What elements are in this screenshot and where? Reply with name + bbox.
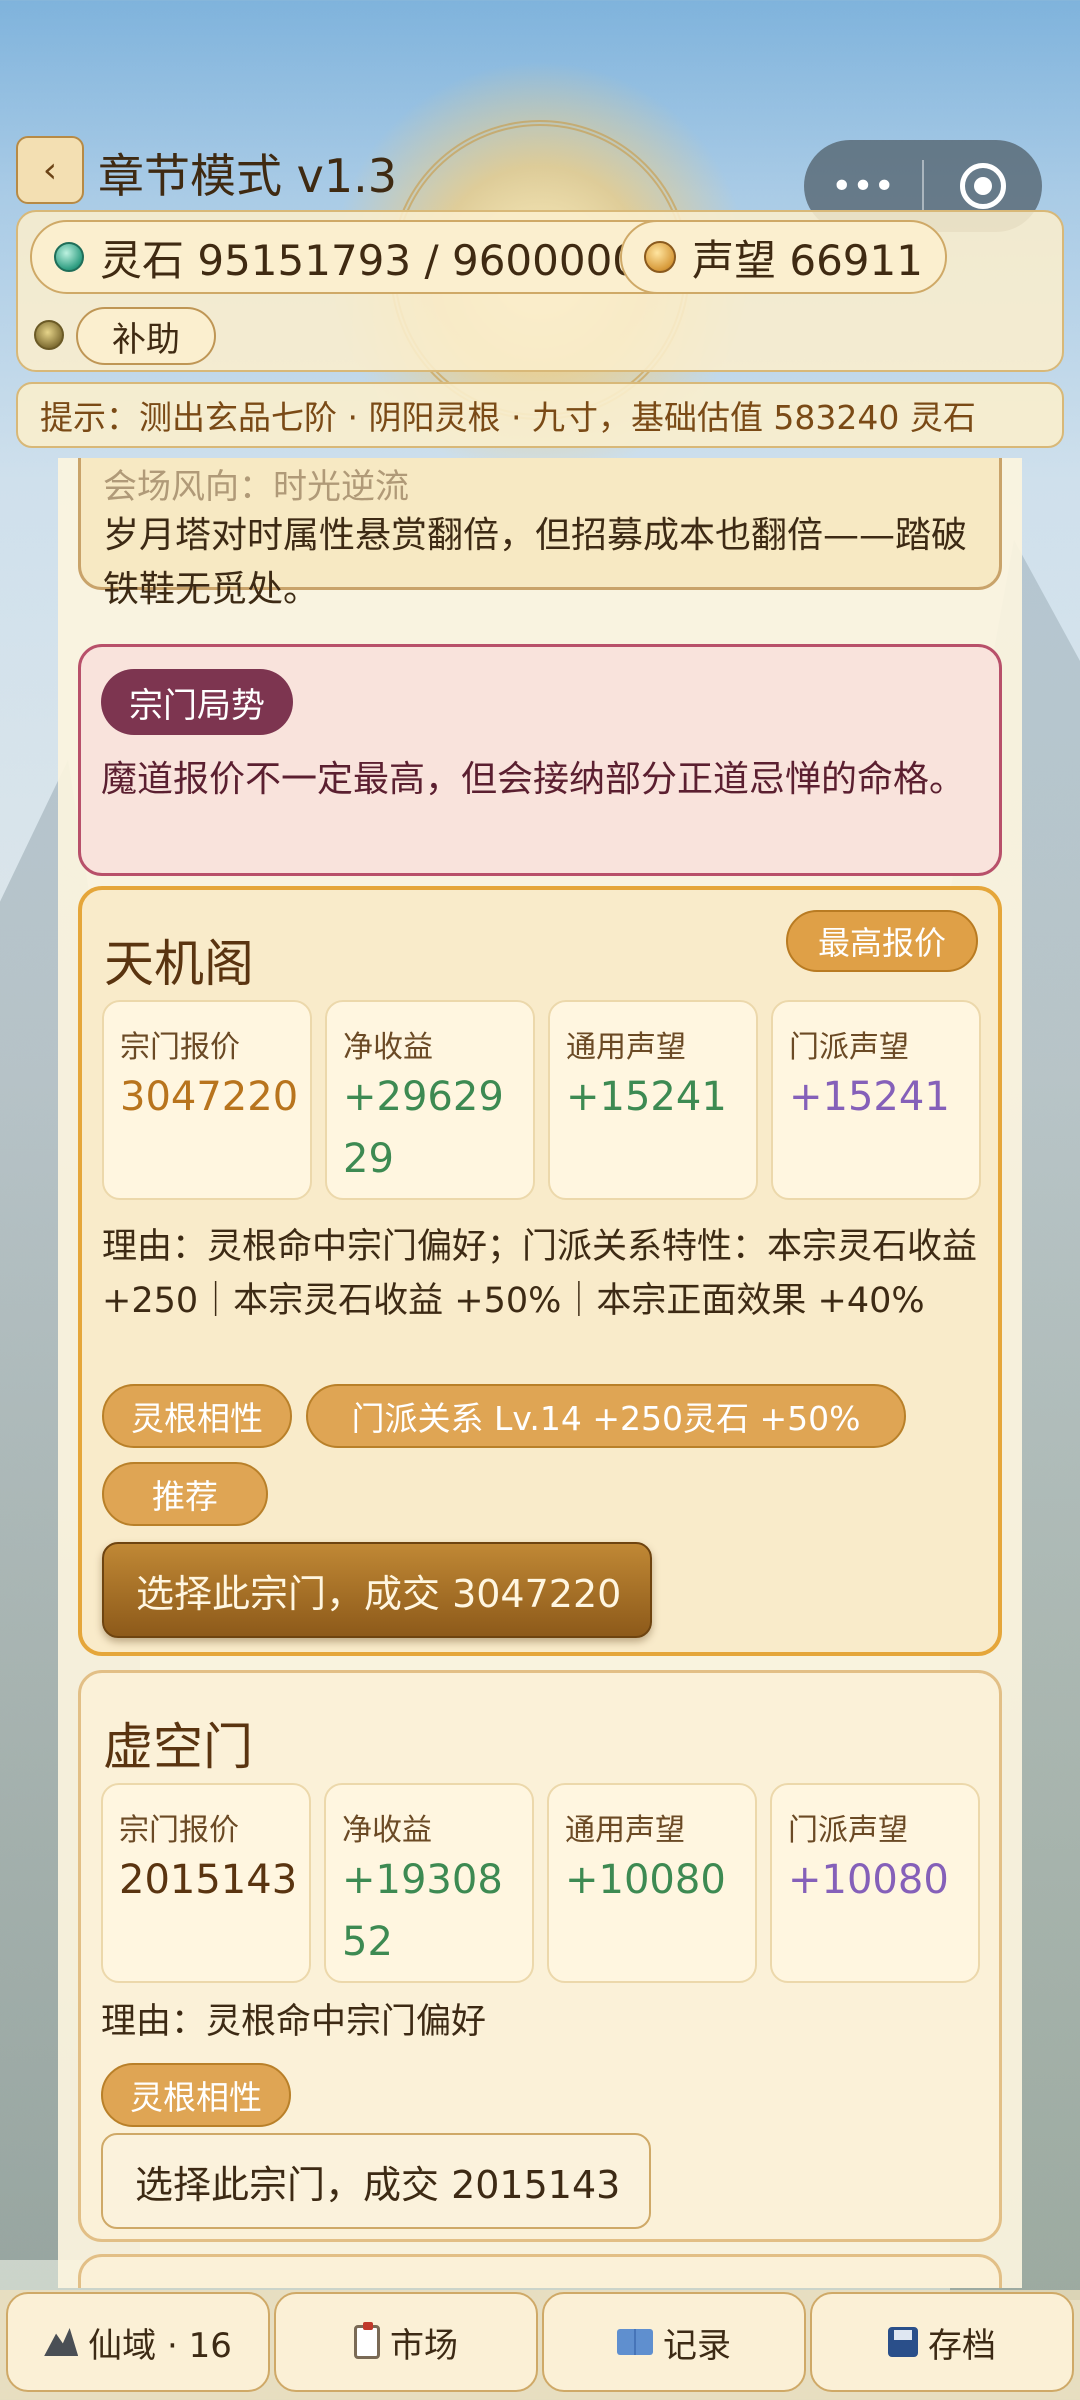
- nav-realm-label: 仙域 · 16: [88, 2325, 232, 2366]
- stat-label: 门派声望: [788, 1813, 908, 1848]
- nav-market-label: 市场: [390, 2325, 458, 2366]
- stat-general-reputation: 通用声望 +10080: [547, 1783, 757, 1983]
- select-sect-button[interactable]: 选择此宗门，成交 3047220: [102, 1542, 652, 1638]
- stat-general-reputation: 通用声望 +15241: [548, 1000, 758, 1200]
- faction-situation-tag: 宗门局势: [101, 669, 293, 735]
- nav-save-button[interactable]: 存档: [810, 2292, 1074, 2392]
- chip-root-affinity: 灵根相性: [102, 1384, 292, 1448]
- floppy-disk-icon: [888, 2327, 918, 2357]
- stat-label: 通用声望: [565, 1813, 685, 1848]
- stat-value: +15241: [789, 1074, 950, 1120]
- sect-name: 天机阁: [104, 935, 254, 993]
- sect-reason: 理由：灵根命中宗门偏好: [101, 2002, 487, 2042]
- more-menu-button[interactable]: •••: [804, 166, 922, 207]
- sect-reason: 理由：灵根命中宗门偏好；门派关系特性：本宗灵石收益 +250｜本宗灵石收益 +5…: [102, 1227, 978, 1321]
- chip-recommended: 推荐: [102, 1462, 268, 1526]
- stat-sect-offer: 宗门报价 2015143: [101, 1783, 311, 1983]
- stat-label: 净收益: [343, 1030, 433, 1065]
- close-miniprogram-button[interactable]: [924, 163, 1042, 209]
- stat-label: 通用声望: [566, 1030, 686, 1065]
- reputation-value: 声望 66911: [692, 235, 923, 285]
- reputation-medal-icon: [644, 241, 676, 273]
- nav-records-button[interactable]: 记录: [542, 2292, 806, 2392]
- stat-value: +2962929: [343, 1074, 504, 1182]
- stat-value: +15241: [566, 1074, 727, 1120]
- back-button[interactable]: ‹: [16, 136, 84, 204]
- scroll-content[interactable]: 会场风向：时光逆流 岁月塔对时属性悬赏翻倍，但招募成本也翻倍——踏破铁鞋无觅处。…: [58, 458, 1022, 2288]
- stat-value: 2015143: [119, 1857, 298, 1903]
- sect-card-tianjige: 天机阁 最高报价 宗门报价 3047220 净收益 +2962929 通用声望 …: [78, 886, 1002, 1656]
- sect-name: 虚空门: [103, 1718, 253, 1776]
- select-sect-button[interactable]: 选择此宗门，成交 2015143: [101, 2133, 651, 2229]
- stat-net-profit: 净收益 +1930852: [324, 1783, 534, 1983]
- highest-offer-badge: 最高报价: [785, 910, 978, 972]
- stat-value: +10080: [788, 1857, 949, 1903]
- chip-sect-relation: 门派关系 Lv.14 +250灵石 +50%: [306, 1384, 906, 1448]
- chevron-left-icon: ‹: [42, 149, 58, 191]
- target-circle-icon: [960, 163, 1006, 209]
- nav-realm-button[interactable]: 仙域 · 16: [6, 2292, 270, 2392]
- event-title: 会场风向：时光逆流: [103, 467, 409, 507]
- mountain-icon: [44, 2328, 79, 2356]
- spirit-stone-value: 灵石 95151793 / 96000000: [100, 235, 666, 285]
- stat-value: 3047220: [120, 1074, 299, 1120]
- faction-situation-card: 宗门局势 魔道报价不一定最高，但会接纳部分正道忌惮的命格。: [78, 644, 1002, 876]
- spirit-stone-counter: 灵石 95151793 / 96000000: [30, 220, 690, 294]
- stat-value: +10080: [565, 1857, 726, 1903]
- stat-value: +1930852: [342, 1857, 503, 1965]
- stat-label: 净收益: [342, 1813, 432, 1848]
- next-sect-card-peek: [78, 2254, 1002, 2288]
- clipboard-icon: [354, 2322, 380, 2359]
- event-card: 会场风向：时光逆流 岁月塔对时属性悬赏翻倍，但招募成本也翻倍——踏破铁鞋无觅处。: [78, 458, 1002, 610]
- reputation-counter: 声望 66911: [620, 220, 947, 294]
- sect-card-xukongmen: 虚空门 宗门报价 2015143 净收益 +1930852 通用声望 +1008…: [78, 1670, 1002, 2242]
- stat-sect-reputation: 门派声望 +15241: [771, 1000, 981, 1200]
- nav-market-button[interactable]: 市场: [274, 2292, 538, 2392]
- hint-banner: 提示：测出玄品七阶 · 阴阳灵根 · 九寸，基础估值 583240 灵石: [16, 382, 1064, 448]
- nav-save-label: 存档: [928, 2325, 996, 2366]
- page-title: 章节模式 v1.3: [98, 149, 397, 203]
- chip-root-affinity: 灵根相性: [101, 2063, 291, 2127]
- spirit-stone-icon: [54, 242, 84, 272]
- stat-net-profit: 净收益 +2962929: [325, 1000, 535, 1200]
- stat-label: 宗门报价: [120, 1030, 240, 1065]
- stat-sect-offer: 宗门报价 3047220: [102, 1000, 312, 1200]
- stat-sect-reputation: 门派声望 +10080: [770, 1783, 980, 1983]
- more-dots-icon: •••: [831, 165, 895, 207]
- assist-coin-icon: [34, 320, 64, 350]
- book-icon: [617, 2329, 653, 2355]
- event-description: 岁月塔对时属性悬赏翻倍，但招募成本也翻倍——踏破铁鞋无觅处。: [103, 515, 968, 610]
- assist-button[interactable]: 补助: [76, 307, 216, 365]
- stat-label: 门派声望: [789, 1030, 909, 1065]
- stat-label: 宗门报价: [119, 1813, 239, 1848]
- nav-records-label: 记录: [663, 2325, 731, 2366]
- faction-situation-text: 魔道报价不一定最高，但会接纳部分正道忌惮的命格。: [101, 759, 966, 800]
